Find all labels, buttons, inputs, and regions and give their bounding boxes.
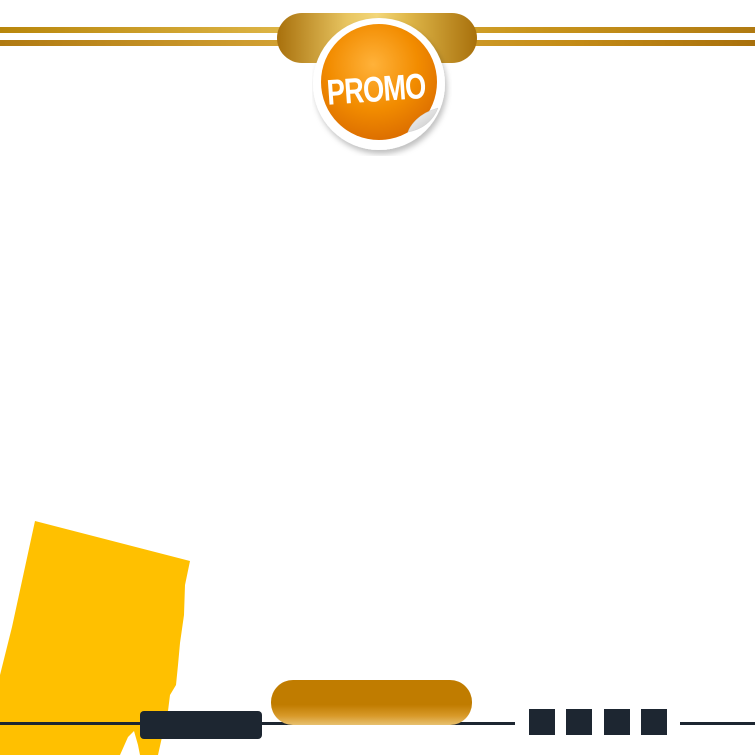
navy-square [529, 709, 555, 735]
promo-sticker-icon: PROMO [313, 18, 445, 150]
bottom-navy-line-right [680, 722, 755, 725]
promo-template-canvas: PROMO [0, 0, 755, 755]
navy-square [604, 709, 630, 735]
bottom-gold-capsule [271, 680, 472, 725]
navy-square [641, 709, 667, 735]
bottom-navy-tab [140, 711, 262, 739]
navy-square [566, 709, 592, 735]
sticker-label: PROMO [326, 65, 428, 112]
